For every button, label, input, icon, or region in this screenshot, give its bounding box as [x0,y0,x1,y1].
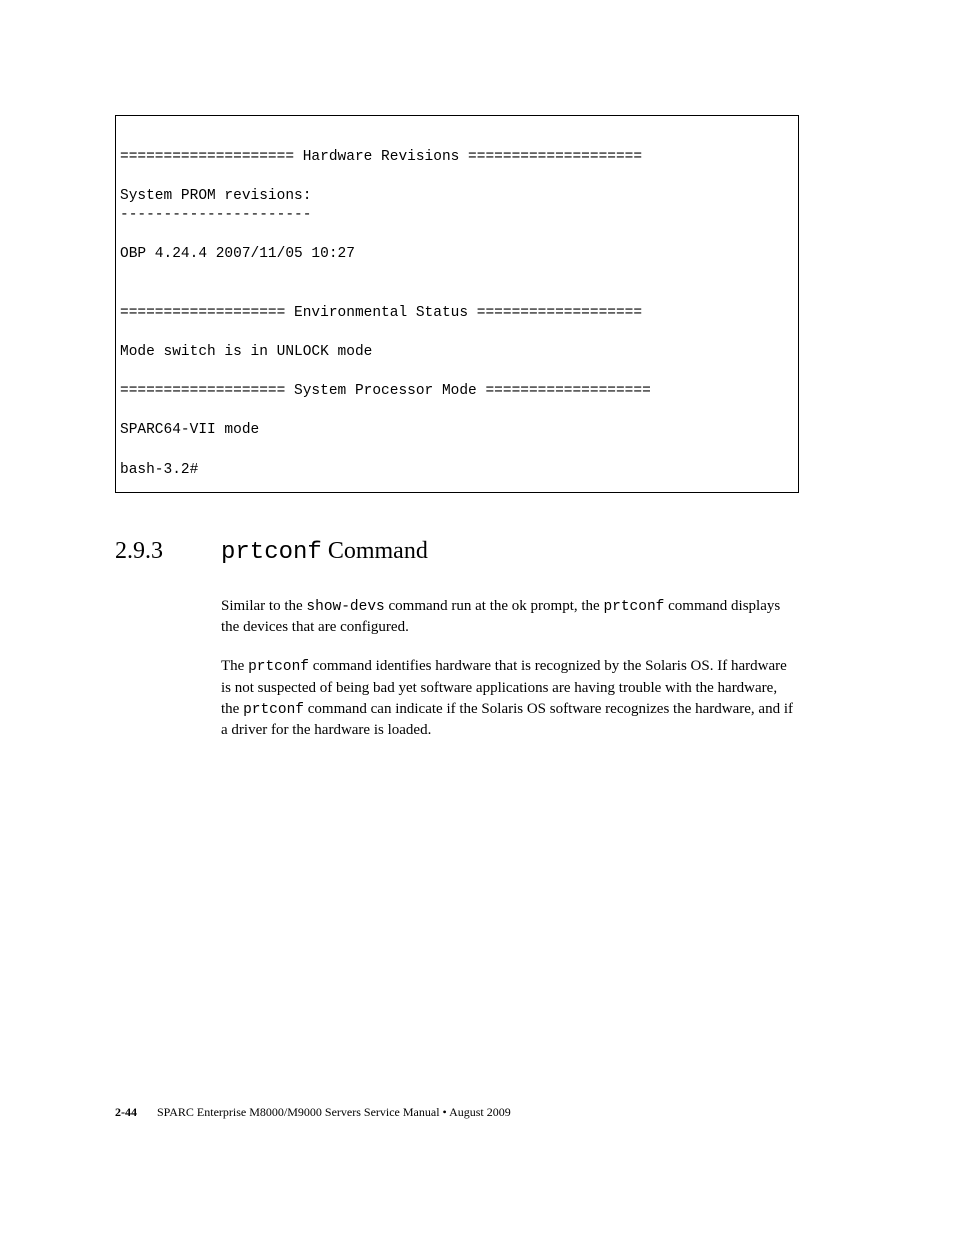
section-heading: 2.9.3 prtconf Command [115,538,799,566]
page-number: 2-44 [115,1105,137,1119]
body-text: Similar to the show-devs command run at … [221,596,799,741]
footer-text: SPARC Enterprise M8000/M9000 Servers Ser… [157,1105,511,1119]
p2-code-b: prtconf [248,659,309,675]
p1-text-a: Similar to the [221,598,306,614]
p2-code-d: prtconf [243,702,304,718]
paragraph-2: The prtconf command identifies hardware … [221,656,799,741]
p1-code-b: show-devs [306,599,384,615]
code-block: ==================== Hardware Revisions … [115,115,799,493]
section-number: 2.9.3 [115,538,221,565]
p1-text-c: command run at the ok prompt, the [385,598,604,614]
p1-code-d: prtconf [603,599,664,615]
section-title-rest: Command [322,538,428,564]
p2-text-a: The [221,658,248,674]
section-title-mono: prtconf [221,539,322,566]
p2-text-e: command can indicate if the Solaris OS s… [221,701,793,738]
section-title: prtconf Command [221,538,428,566]
paragraph-1: Similar to the show-devs command run at … [221,596,799,638]
page-footer: 2-44 SPARC Enterprise M8000/M9000 Servers… [115,1105,511,1120]
